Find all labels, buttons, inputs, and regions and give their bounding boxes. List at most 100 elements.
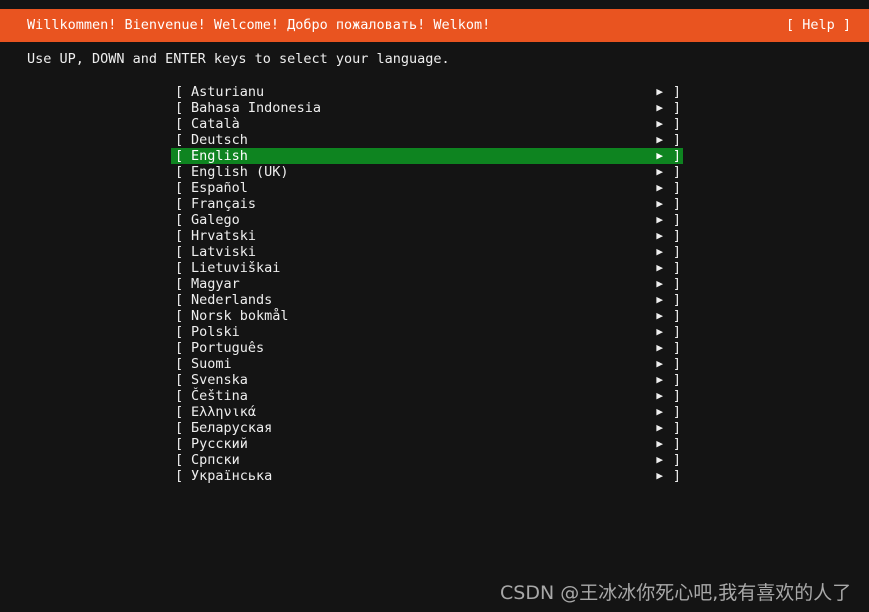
chevron-right-icon: ▶ <box>656 229 663 242</box>
installer-screen: Willkommen! Bienvenue! Welcome! Добро по… <box>0 0 869 612</box>
language-list-item[interactable]: [Magyar ▶] <box>171 276 683 292</box>
chevron-right-icon: ▶ <box>656 405 663 418</box>
language-label: Русский <box>191 436 248 452</box>
language-list-item[interactable]: [Latviski ▶] <box>171 244 683 260</box>
language-label: Magyar <box>191 276 240 292</box>
language-list-item[interactable]: [Ελληνικά ▶] <box>171 404 683 420</box>
bracket-close: ] <box>672 164 681 180</box>
bracket-close: ] <box>672 276 681 292</box>
chevron-right-icon: ▶ <box>656 389 663 402</box>
language-list-item[interactable]: [Polski ▶] <box>171 324 683 340</box>
bracket-open: [ <box>175 132 184 148</box>
bracket-close: ] <box>672 308 681 324</box>
bracket-open: [ <box>175 196 184 212</box>
language-label: Français <box>191 196 257 212</box>
bracket-close: ] <box>672 292 681 308</box>
language-list-item[interactable]: [Norsk bokmål ▶] <box>171 308 683 324</box>
language-list-item[interactable]: [Lietuviškai ▶] <box>171 260 683 276</box>
bracket-open: [ <box>175 308 184 324</box>
page-title: Willkommen! Bienvenue! Welcome! Добро по… <box>27 17 491 33</box>
bracket-open: [ <box>175 260 184 276</box>
chevron-right-icon: ▶ <box>656 101 663 114</box>
bracket-close: ] <box>672 148 681 164</box>
chevron-right-icon: ▶ <box>656 357 663 370</box>
chevron-right-icon: ▶ <box>656 213 663 226</box>
bracket-open: [ <box>175 148 184 164</box>
bracket-close: ] <box>672 420 681 436</box>
bracket-close: ] <box>672 452 681 468</box>
language-label: Hrvatski <box>191 228 257 244</box>
bracket-close: ] <box>672 404 681 420</box>
bracket-open: [ <box>175 372 184 388</box>
chevron-right-icon: ▶ <box>656 181 663 194</box>
chevron-right-icon: ▶ <box>656 421 663 434</box>
bracket-open: [ <box>175 452 184 468</box>
bracket-open: [ <box>175 100 184 116</box>
chevron-right-icon: ▶ <box>656 469 663 482</box>
top-strip <box>0 0 869 9</box>
bracket-open: [ <box>175 116 184 132</box>
bracket-open: [ <box>175 276 184 292</box>
chevron-right-icon: ▶ <box>656 453 663 466</box>
language-label: Lietuviškai <box>191 260 281 276</box>
language-list-item[interactable]: [English (UK) ▶] <box>171 164 683 180</box>
bracket-open: [ <box>175 420 184 436</box>
language-list-item[interactable]: [Français ▶] <box>171 196 683 212</box>
language-list-item[interactable]: [Português ▶] <box>171 340 683 356</box>
language-label: Українська <box>191 468 273 484</box>
language-list-item[interactable]: [Español ▶] <box>171 180 683 196</box>
bracket-open: [ <box>175 228 184 244</box>
chevron-right-icon: ▶ <box>656 373 663 386</box>
bracket-open: [ <box>175 164 184 180</box>
chevron-right-icon: ▶ <box>656 261 663 274</box>
chevron-right-icon: ▶ <box>656 293 663 306</box>
help-button[interactable]: [ Help ] <box>786 9 851 42</box>
language-label: English <box>191 148 248 164</box>
language-label: Asturianu <box>191 84 265 100</box>
bracket-open: [ <box>175 324 184 340</box>
chevron-right-icon: ▶ <box>656 165 663 178</box>
chevron-right-icon: ▶ <box>656 245 663 258</box>
language-label: Српски <box>191 452 240 468</box>
language-list-item[interactable]: [English ▶] <box>171 148 683 164</box>
language-list-item[interactable]: [ Беларуская ▶] <box>171 420 683 436</box>
language-list-item[interactable]: [ Српски ▶] <box>171 452 683 468</box>
bracket-close: ] <box>672 116 681 132</box>
bracket-open: [ <box>175 84 184 100</box>
watermark-text: CSDN @王冰冰你死心吧,我有喜欢的人了 <box>500 582 852 604</box>
bracket-open: [ <box>175 292 184 308</box>
language-list-item[interactable]: [Русский ▶] <box>171 436 683 452</box>
language-label: Беларуская <box>191 420 273 436</box>
language-list-item[interactable]: [Galego ▶] <box>171 212 683 228</box>
chevron-right-icon: ▶ <box>656 309 663 322</box>
bracket-close: ] <box>672 372 681 388</box>
language-list-item[interactable]: [ Svenska ▶] <box>171 372 683 388</box>
language-list-item[interactable]: [Nederlands ▶] <box>171 292 683 308</box>
chevron-right-icon: ▶ <box>656 117 663 130</box>
language-list-item[interactable]: [ Asturianu ▶] <box>171 84 683 100</box>
bracket-open: [ <box>175 436 184 452</box>
language-label: Latviski <box>191 244 257 260</box>
language-list-item[interactable]: [ Català ▶] <box>171 116 683 132</box>
language-list-item[interactable]: [Deutsch ▶] <box>171 132 683 148</box>
bracket-open: [ <box>175 244 184 260</box>
bracket-open: [ <box>175 212 184 228</box>
language-list-item[interactable]: [Čeština ▶] <box>171 388 683 404</box>
bracket-close: ] <box>672 84 681 100</box>
language-list-item[interactable]: [Українська ▶] <box>171 468 683 484</box>
bracket-close: ] <box>672 212 681 228</box>
language-list-item[interactable]: [Bahasa Indonesia ▶] <box>171 100 683 116</box>
language-label: Deutsch <box>191 132 248 148</box>
language-label: Català <box>191 116 240 132</box>
bracket-close: ] <box>672 436 681 452</box>
bracket-close: ] <box>672 388 681 404</box>
language-label: Polski <box>191 324 240 340</box>
language-list-item[interactable]: [ Hrvatski ▶] <box>171 228 683 244</box>
bracket-close: ] <box>672 356 681 372</box>
language-list-item[interactable]: [Suomi ▶] <box>171 356 683 372</box>
chevron-right-icon: ▶ <box>656 85 663 98</box>
bracket-close: ] <box>672 228 681 244</box>
chevron-right-icon: ▶ <box>656 341 663 354</box>
bracket-open: [ <box>175 468 184 484</box>
language-label: Svenska <box>191 372 248 388</box>
